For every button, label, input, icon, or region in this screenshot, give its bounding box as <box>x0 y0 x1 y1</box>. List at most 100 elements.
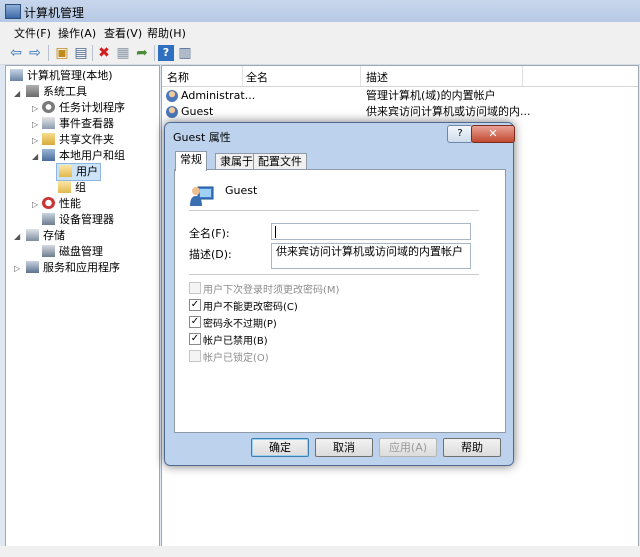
computer-icon <box>10 69 23 81</box>
column-header-name[interactable]: 名称 <box>167 69 189 85</box>
computer-management-window: 计算机管理 文件(F) 操作(A) 查看(V) 帮助(H) ⇦ ⇨ ▣ ▤ ✖ … <box>0 0 640 557</box>
collapse-arrow-icon[interactable]: ◢ <box>14 89 20 98</box>
divider <box>189 210 479 211</box>
tree-item-disk-management[interactable]: 磁盘管理 <box>42 244 103 260</box>
expand-arrow-icon[interactable]: ▷ <box>14 264 20 273</box>
apply-button[interactable]: 应用(A) <box>379 438 437 457</box>
tree-item-event-viewer[interactable]: 事件查看器 <box>42 116 114 132</box>
show-hide-tree-icon[interactable]: ▤ <box>73 45 89 61</box>
tree-item-groups[interactable]: 组 <box>58 180 86 196</box>
collapse-arrow-icon[interactable]: ◢ <box>32 152 38 161</box>
tree-item-services-apps[interactable]: 服务和应用程序 <box>26 260 120 276</box>
column-divider[interactable] <box>242 66 243 86</box>
tree-item-local-users-groups[interactable]: 本地用户和组 <box>42 148 125 164</box>
column-header-description[interactable]: 描述 <box>366 69 388 85</box>
general-tab-panel: Guest 全名(F): 描述(D): 供来宾访问计算机或访问域的内置帐户 用户… <box>174 169 506 433</box>
toolbar-separator <box>48 45 49 61</box>
navigation-tree: 计算机管理(本地) ◢ 系统工具 ▷ 任务计划程序 ▷ 事件查看器 ▷ 共享文件… <box>5 65 160 547</box>
tree-label: 共享文件夹 <box>59 133 114 146</box>
divider <box>189 274 479 275</box>
user-account-icon <box>190 186 214 206</box>
shared-folder-icon <box>42 133 55 145</box>
tree-label: 磁盘管理 <box>59 245 103 258</box>
tree-item-root[interactable]: 计算机管理(本地) <box>10 68 113 84</box>
toolbar-separator <box>154 45 155 61</box>
column-divider[interactable] <box>360 66 361 86</box>
tree-item-device-manager[interactable]: 设备管理器 <box>42 212 114 228</box>
tree-item-performance[interactable]: 性能 <box>42 196 81 212</box>
user-icon <box>166 106 178 118</box>
computer-management-icon <box>5 4 21 19</box>
checkbox-account-locked[interactable] <box>189 350 201 362</box>
status-bar <box>0 546 640 557</box>
tree-item-task-scheduler[interactable]: 任务计划程序 <box>42 100 125 116</box>
export-list-icon[interactable]: ➦ <box>134 45 150 61</box>
checkbox-cannot-change-password[interactable]: ✓ <box>189 299 201 311</box>
toolbar-separator <box>92 45 93 61</box>
tree-label: 组 <box>75 181 86 194</box>
tools-icon <box>26 85 39 97</box>
description-value: 供来宾访问计算机或访问域的内置帐户 <box>276 245 463 258</box>
description-label: 描述(D): <box>189 248 232 261</box>
column-header-fullname[interactable]: 全名 <box>246 69 268 85</box>
tree-item-storage[interactable]: 存储 <box>26 228 65 244</box>
menu-file[interactable]: 文件(F) <box>14 25 51 41</box>
back-arrow-icon[interactable]: ⇦ <box>8 45 24 61</box>
expand-arrow-icon[interactable]: ▷ <box>32 104 38 113</box>
menu-action[interactable]: 操作(A) <box>58 25 96 41</box>
description-input[interactable]: 供来宾访问计算机或访问域的内置帐户 <box>271 243 471 269</box>
cancel-button[interactable]: 取消 <box>315 438 373 457</box>
tab-member-of[interactable]: 隶属于 <box>215 153 258 170</box>
checkbox-label: 密码永不过期(P) <box>203 319 277 330</box>
checkbox-must-change-password[interactable] <box>189 282 201 294</box>
performance-icon <box>42 197 55 209</box>
fullname-input[interactable] <box>271 223 471 240</box>
menu-view[interactable]: 查看(V) <box>104 25 142 41</box>
event-viewer-icon <box>42 117 55 129</box>
tree-label: 用户 <box>76 165 98 178</box>
folder-icon <box>59 165 72 177</box>
expand-arrow-icon[interactable]: ▷ <box>32 200 38 209</box>
tree-label: 系统工具 <box>43 85 87 98</box>
tab-general[interactable]: 常规 <box>175 151 207 171</box>
expand-arrow-icon[interactable]: ▷ <box>32 120 38 129</box>
tree-label: 计算机管理(本地) <box>27 69 113 82</box>
checkbox-label: 用户不能更改密码(C) <box>203 302 298 313</box>
delete-icon[interactable]: ✖ <box>96 45 112 61</box>
services-icon <box>26 261 39 273</box>
tree-label: 事件查看器 <box>59 117 114 130</box>
tree-item-system-tools[interactable]: 系统工具 <box>26 84 87 100</box>
forward-arrow-icon[interactable]: ⇨ <box>27 45 43 61</box>
tree-label: 存储 <box>43 229 65 242</box>
disk-icon <box>42 245 55 257</box>
table-row[interactable]: Guest 供来宾访问计算机或访问域的内... <box>162 103 638 121</box>
tree-label: 性能 <box>59 197 81 210</box>
checkbox-password-never-expires[interactable]: ✓ <box>189 316 201 328</box>
up-folder-icon[interactable]: ▣ <box>54 45 70 61</box>
menu-help[interactable]: 帮助(H) <box>147 25 186 41</box>
users-groups-icon <box>42 149 55 161</box>
toolbar: ⇦ ⇨ ▣ ▤ ✖ ▦ ➦ ? ▥ <box>0 42 640 65</box>
menu-bar: 文件(F) 操作(A) 查看(V) 帮助(H) <box>0 22 640 42</box>
tab-profile[interactable]: 配置文件 <box>253 153 307 170</box>
tree-label: 本地用户和组 <box>59 149 125 162</box>
ok-button[interactable]: 确定 <box>251 438 309 457</box>
close-button[interactable]: ✕ <box>471 125 515 143</box>
folder-icon <box>58 181 71 193</box>
checkbox-account-disabled[interactable]: ✓ <box>189 333 201 345</box>
action-pane-icon[interactable]: ▥ <box>177 45 193 61</box>
properties-icon[interactable]: ▦ <box>115 45 131 61</box>
tree-label: 服务和应用程序 <box>43 261 120 274</box>
column-divider[interactable] <box>522 66 523 86</box>
user-icon <box>166 90 178 102</box>
tree-label: 设备管理器 <box>59 213 114 226</box>
expand-arrow-icon[interactable]: ▷ <box>32 136 38 145</box>
tree-item-shared-folders[interactable]: 共享文件夹 <box>42 132 114 148</box>
text-caret <box>275 226 276 238</box>
help-icon[interactable]: ? <box>158 45 174 61</box>
list-header: 名称 全名 描述 <box>162 66 638 87</box>
help-dialog-button[interactable]: 帮助 <box>443 438 501 457</box>
collapse-arrow-icon[interactable]: ◢ <box>14 232 20 241</box>
help-button[interactable]: ? <box>447 125 473 143</box>
tree-item-users[interactable]: 用户 <box>56 163 101 181</box>
